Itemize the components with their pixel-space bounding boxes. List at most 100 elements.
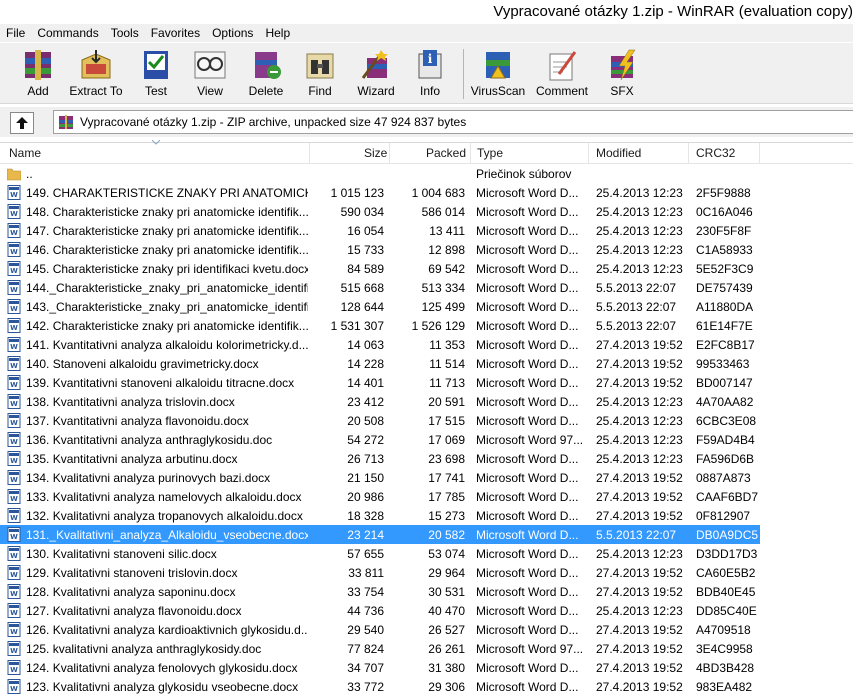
add-button[interactable]: Add bbox=[10, 47, 66, 101]
table-row[interactable]: W 140. Stanoveni alkaloidu gravimetricky.… bbox=[0, 354, 853, 373]
table-row[interactable]: W 127. Kvalitativni analyza flavonoidu.do… bbox=[0, 601, 853, 620]
table-row[interactable]: W 126. Kvalitativni analyza kardioaktivni… bbox=[0, 620, 853, 639]
menu-file[interactable]: File bbox=[0, 24, 31, 41]
table-row[interactable]: W 148. Charakteristicke znaky pri anatomi… bbox=[0, 202, 853, 221]
table-row[interactable]: W 128. Kvalitativni analyza saponinu.docx… bbox=[0, 582, 853, 601]
column-header-modified[interactable]: Modified bbox=[596, 146, 641, 160]
column-header-crc32[interactable]: CRC32 bbox=[696, 146, 735, 160]
table-row[interactable]: W 136. Kvantitativni analyza anthraglykos… bbox=[0, 430, 853, 449]
archive-path-field[interactable]: Vypracované otázky 1.zip - ZIP archive, … bbox=[53, 110, 853, 134]
column-header-name[interactable]: Name bbox=[9, 146, 41, 160]
column-header-size[interactable]: Size bbox=[364, 146, 387, 160]
column-header-packed[interactable]: Packed bbox=[426, 146, 466, 160]
file-modified: 25.4.2013 12:23 bbox=[596, 414, 683, 428]
file-packed-size: 586 014 bbox=[421, 205, 465, 219]
zip-archive-icon bbox=[59, 115, 73, 129]
file-size: 33 772 bbox=[347, 680, 384, 694]
table-row[interactable]: W 145. Charakteristicke znaky pri identif… bbox=[0, 259, 853, 278]
table-row[interactable]: W 135. Kvantitativni analyza arbutinu.doc… bbox=[0, 449, 853, 468]
table-row[interactable]: W 139. Kvantitativni stanoveni alkaloidu … bbox=[0, 373, 853, 392]
toolbar: Add Extract To Test View Delete Find Wiz… bbox=[0, 43, 853, 104]
file-type: Microsoft Word D... bbox=[476, 585, 579, 599]
virusscan-button[interactable]: VirusScan bbox=[468, 47, 528, 101]
menu-options[interactable]: Options bbox=[206, 24, 259, 41]
wizard-icon bbox=[356, 47, 396, 83]
extract-to-button[interactable]: Extract To bbox=[66, 47, 126, 101]
file-type: Microsoft Word D... bbox=[476, 471, 579, 485]
file-name: 130. Kvalitativni stanoveni silic.docx bbox=[26, 547, 217, 561]
table-row[interactable]: W 146. Charakteristicke znaky pri anatomi… bbox=[0, 240, 853, 259]
menu-tools[interactable]: Tools bbox=[105, 24, 145, 41]
menu-favorites[interactable]: Favorites bbox=[145, 24, 206, 41]
file-crc32: 3E4C9958 bbox=[696, 642, 753, 656]
file-packed-size: 17 741 bbox=[428, 471, 465, 485]
folder-icon bbox=[7, 168, 21, 181]
table-row[interactable]: W 132. Kvalitativni analyza tropanovych a… bbox=[0, 506, 853, 525]
word-document-icon: W bbox=[7, 603, 21, 618]
svg-text:W: W bbox=[10, 438, 18, 446]
table-row[interactable]: W 133. Kvalitativni analyza namelovych al… bbox=[0, 487, 853, 506]
column-divider[interactable] bbox=[389, 143, 390, 163]
file-type: Microsoft Word D... bbox=[476, 376, 579, 390]
find-icon bbox=[300, 47, 340, 83]
table-row[interactable]: W 123. Kvalitativni analyza glykosidu vse… bbox=[0, 677, 853, 696]
wizard-button[interactable]: Wizard bbox=[348, 47, 404, 101]
table-row[interactable]: W 141. Kvantitativni analyza alkaloidu ko… bbox=[0, 335, 853, 354]
svg-text:W: W bbox=[10, 362, 18, 370]
column-divider[interactable] bbox=[588, 143, 589, 163]
info-label: Info bbox=[419, 84, 440, 98]
file-name: 128. Kvalitativni analyza saponinu.docx bbox=[26, 585, 236, 599]
word-document-icon: W bbox=[7, 375, 21, 390]
table-row[interactable]: W 134. Kvalitativni analyza purinovych ba… bbox=[0, 468, 853, 487]
file-packed-size: 11 713 bbox=[429, 376, 465, 390]
menu-help[interactable]: Help bbox=[259, 24, 296, 41]
table-row[interactable]: W 143._Charakteristicke_znaky_pri_anatomi… bbox=[0, 297, 853, 316]
virusscan-label: VirusScan bbox=[470, 84, 526, 98]
file-type: Microsoft Word D... bbox=[476, 281, 579, 295]
file-size: 23 412 bbox=[347, 395, 384, 409]
file-type: Microsoft Word D... bbox=[476, 661, 579, 675]
file-size: 590 034 bbox=[340, 205, 384, 219]
comment-button[interactable]: Comment bbox=[532, 47, 592, 101]
column-divider[interactable] bbox=[470, 143, 471, 163]
table-row[interactable]: W 130. Kvalitativni stanoveni silic.docx 5… bbox=[0, 544, 853, 563]
file-name: 140. Stanoveni alkaloidu gravimetricky.d… bbox=[26, 357, 259, 371]
table-row[interactable]: W 149. CHARAKTERISTICKE ZNAKY PRI ANATOMI… bbox=[0, 183, 853, 202]
file-name: 136. Kvantitativni analyza anthraglykosi… bbox=[26, 433, 273, 447]
sfx-button[interactable]: SFX bbox=[594, 47, 650, 101]
table-row-selected[interactable]: W 131._Kvalitativni_analyza_Alkaloidu_vse… bbox=[0, 525, 853, 544]
word-document-icon: W bbox=[7, 337, 21, 352]
file-crc32: 6CBC3E08 bbox=[696, 414, 757, 428]
delete-button[interactable]: Delete bbox=[238, 47, 294, 101]
table-row[interactable]: W 129. Kvalitativni stanoveni trislovin.d… bbox=[0, 563, 853, 582]
wizard-label: Wizard bbox=[357, 84, 395, 98]
view-button[interactable]: View bbox=[182, 47, 238, 101]
file-modified: 25.4.2013 12:23 bbox=[596, 547, 683, 561]
file-crc32: 5E52F3C9 bbox=[696, 262, 754, 276]
table-row[interactable]: W 124. Kvalitativni analyza fenolovych gl… bbox=[0, 658, 853, 677]
up-folder-button[interactable] bbox=[10, 112, 34, 134]
column-header-type[interactable]: Type bbox=[477, 146, 503, 160]
menu-commands[interactable]: Commands bbox=[31, 24, 104, 41]
column-divider[interactable] bbox=[688, 143, 689, 163]
find-button[interactable]: Find bbox=[292, 47, 348, 101]
table-row[interactable]: W 125. kvalitativni analyza anthraglykosi… bbox=[0, 639, 853, 658]
test-button[interactable]: Test bbox=[128, 47, 184, 101]
table-row[interactable]: W 137. Kvantitativni analyza flavonoidu.d… bbox=[0, 411, 853, 430]
column-divider[interactable] bbox=[309, 143, 310, 163]
column-divider[interactable] bbox=[759, 143, 760, 163]
table-row[interactable]: W 142. Charakteristicke znaky pri anatomi… bbox=[0, 316, 853, 335]
file-type: Microsoft Word 97... bbox=[476, 642, 584, 656]
file-list-header: Name Size Packed Type Modified CRC32 bbox=[0, 140, 853, 164]
file-packed-size: 13 411 bbox=[429, 224, 465, 238]
find-label: Find bbox=[308, 84, 332, 98]
word-document-icon: W bbox=[7, 185, 21, 200]
table-row[interactable]: .. Priečinok súborov bbox=[0, 164, 853, 183]
table-row[interactable]: W 147. Charakteristicke znaky pri anatomi… bbox=[0, 221, 853, 240]
table-row[interactable]: W 138. Kvantitativni analyza trislovin.do… bbox=[0, 392, 853, 411]
svg-text:W: W bbox=[10, 476, 18, 484]
table-row[interactable]: W 144._Charakteristicke_znaky_pri_anatomi… bbox=[0, 278, 853, 297]
file-crc32: 99533463 bbox=[696, 357, 750, 371]
file-name: 133. Kvalitativni analyza namelovych alk… bbox=[26, 490, 302, 504]
info-button[interactable]: i Info bbox=[402, 47, 458, 101]
